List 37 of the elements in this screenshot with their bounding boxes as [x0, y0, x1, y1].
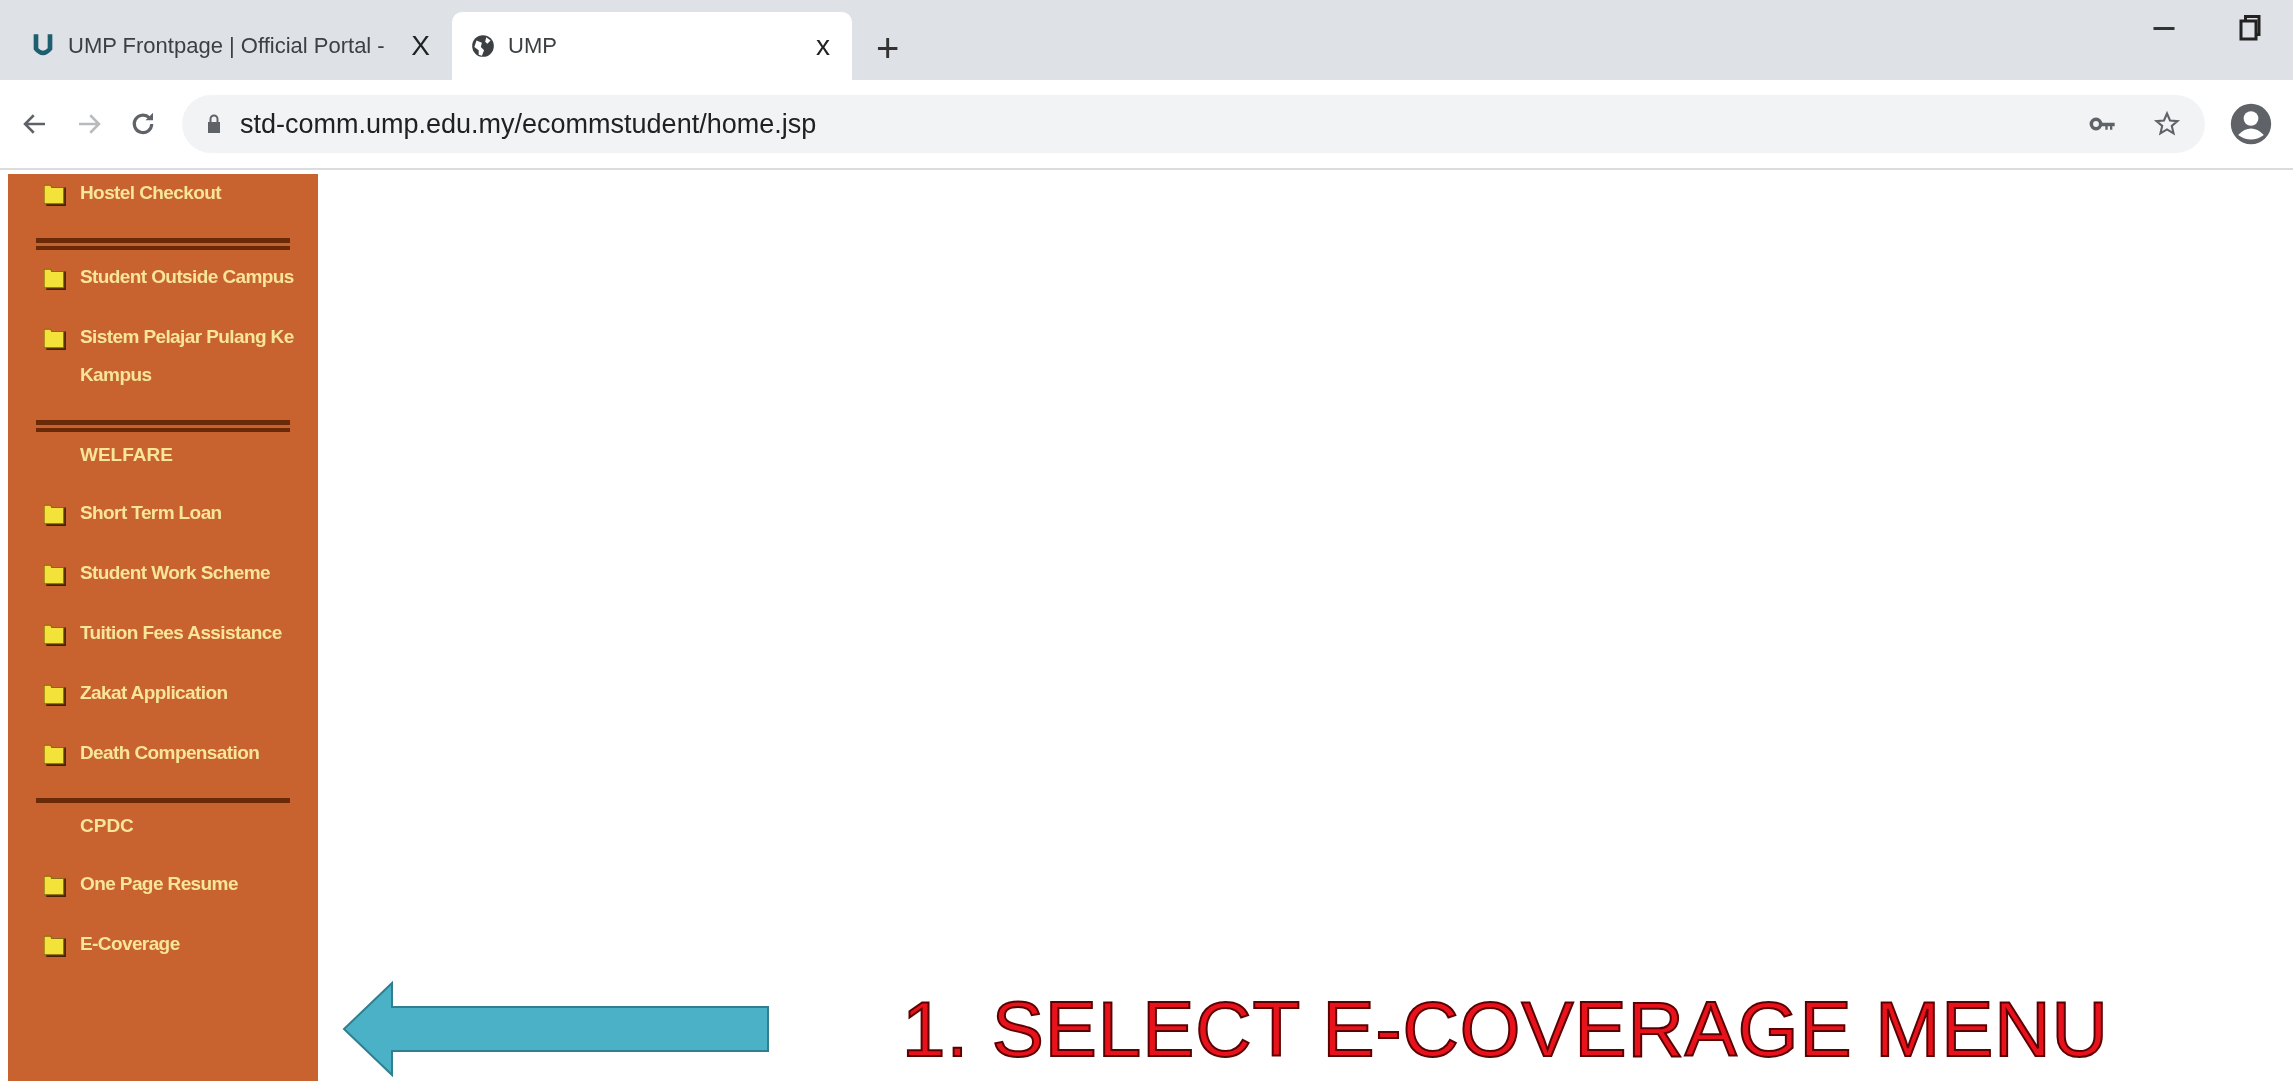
section-heading: CPDC	[79, 814, 135, 838]
folder-icon	[44, 266, 66, 290]
menu-link[interactable]: Short Term Loan	[80, 494, 222, 532]
close-tab-button[interactable]: x	[812, 30, 834, 62]
tab-title: UMP	[508, 33, 558, 59]
folder-icon	[44, 682, 66, 706]
menu-link[interactable]: E-Coverage	[80, 925, 180, 963]
new-tab-button[interactable]: +	[876, 28, 900, 68]
folder-icon	[44, 182, 66, 206]
browser-tab[interactable]: UMP Frontpage | Official Portal - X	[12, 12, 452, 80]
folder-icon	[44, 873, 66, 897]
menu-link[interactable]: Death Compensation	[80, 734, 260, 772]
folder-icon	[44, 562, 66, 586]
instruction-caption: 1. SELECT E-COVERAGE MENU	[902, 983, 2109, 1075]
arrow-icon	[342, 981, 772, 1077]
folder-icon	[44, 502, 66, 526]
menu-link[interactable]: Zakat Application	[80, 674, 228, 712]
menu-link[interactable]: Hostel Checkout	[80, 174, 221, 212]
folder-icon	[44, 326, 66, 350]
menu-link[interactable]: Student Work Scheme	[80, 554, 270, 592]
folder-icon	[44, 933, 66, 957]
menu-link[interactable]: Tuition Fees Assistance	[80, 614, 282, 652]
url-text: std-comm.ump.edu.my/ecommstudent/home.jsp	[240, 108, 817, 140]
menu-link[interactable]: Sistem Pelajar Pulang Ke Kampus	[80, 318, 318, 394]
menu-link[interactable]: Student Outside Campus	[80, 258, 294, 296]
globe-icon	[470, 32, 496, 60]
star-icon[interactable]	[2153, 110, 2181, 138]
profile-icon[interactable]	[2229, 102, 2273, 146]
section-heading: WELFARE	[79, 443, 174, 467]
menu-link[interactable]: One Page Resume	[80, 865, 238, 903]
folder-icon	[44, 742, 66, 766]
address-bar[interactable]: std-comm.ump.edu.my/ecommstudent/home.jsp	[182, 95, 2205, 153]
browser-tab[interactable]: UMP x	[452, 12, 852, 80]
tab-title: UMP Frontpage | Official Portal -	[68, 33, 386, 59]
close-tab-button[interactable]: X	[407, 30, 434, 62]
folder-icon	[44, 622, 66, 646]
lock-icon	[206, 114, 222, 134]
